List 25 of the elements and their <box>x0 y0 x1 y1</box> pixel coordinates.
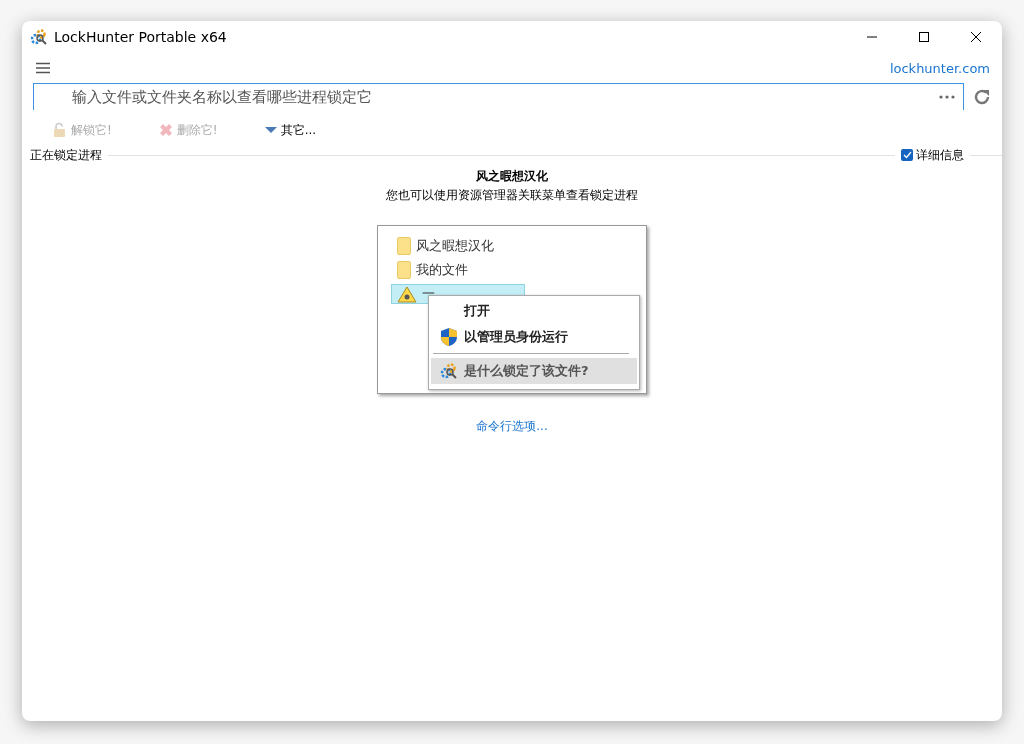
file-name: 风之暇想汉化 <box>416 237 494 255</box>
app-icon <box>440 362 458 380</box>
more-icon[interactable] <box>939 95 955 99</box>
folder-icon <box>397 237 411 255</box>
maximize-icon <box>918 31 930 43</box>
close-icon <box>970 31 982 43</box>
info-text: 您也可以使用资源管理器关联菜单查看锁定进程 <box>386 187 638 204</box>
padlock-icon <box>52 122 68 138</box>
file-name: 我的文件 <box>416 261 468 279</box>
section-title: 正在锁定进程 <box>29 146 103 164</box>
window-title: LockHunter Portable x64 <box>54 29 228 45</box>
website-link[interactable]: lockhunter.com <box>889 60 990 76</box>
menu-icon[interactable] <box>34 60 52 76</box>
hazard-icon <box>397 285 417 303</box>
app-icon <box>30 28 48 46</box>
command-line-link[interactable]: 命令行选项... <box>476 418 548 435</box>
search-input[interactable]: 输入文件或文件夹名称以查看哪些进程锁定它 <box>70 87 939 107</box>
checkmark-icon <box>902 151 912 159</box>
search-field[interactable]: 输入文件或文件夹名称以查看哪些进程锁定它 <box>33 83 964 110</box>
toolbar-button[interactable]: 其它... <box>259 118 321 142</box>
shield-icon <box>440 327 458 347</box>
dropdown-triangle-icon <box>263 125 278 135</box>
file-name: 一 <box>422 285 435 303</box>
folder-icon <box>397 261 411 279</box>
info-title: 风之暇想汉化 <box>476 168 548 185</box>
